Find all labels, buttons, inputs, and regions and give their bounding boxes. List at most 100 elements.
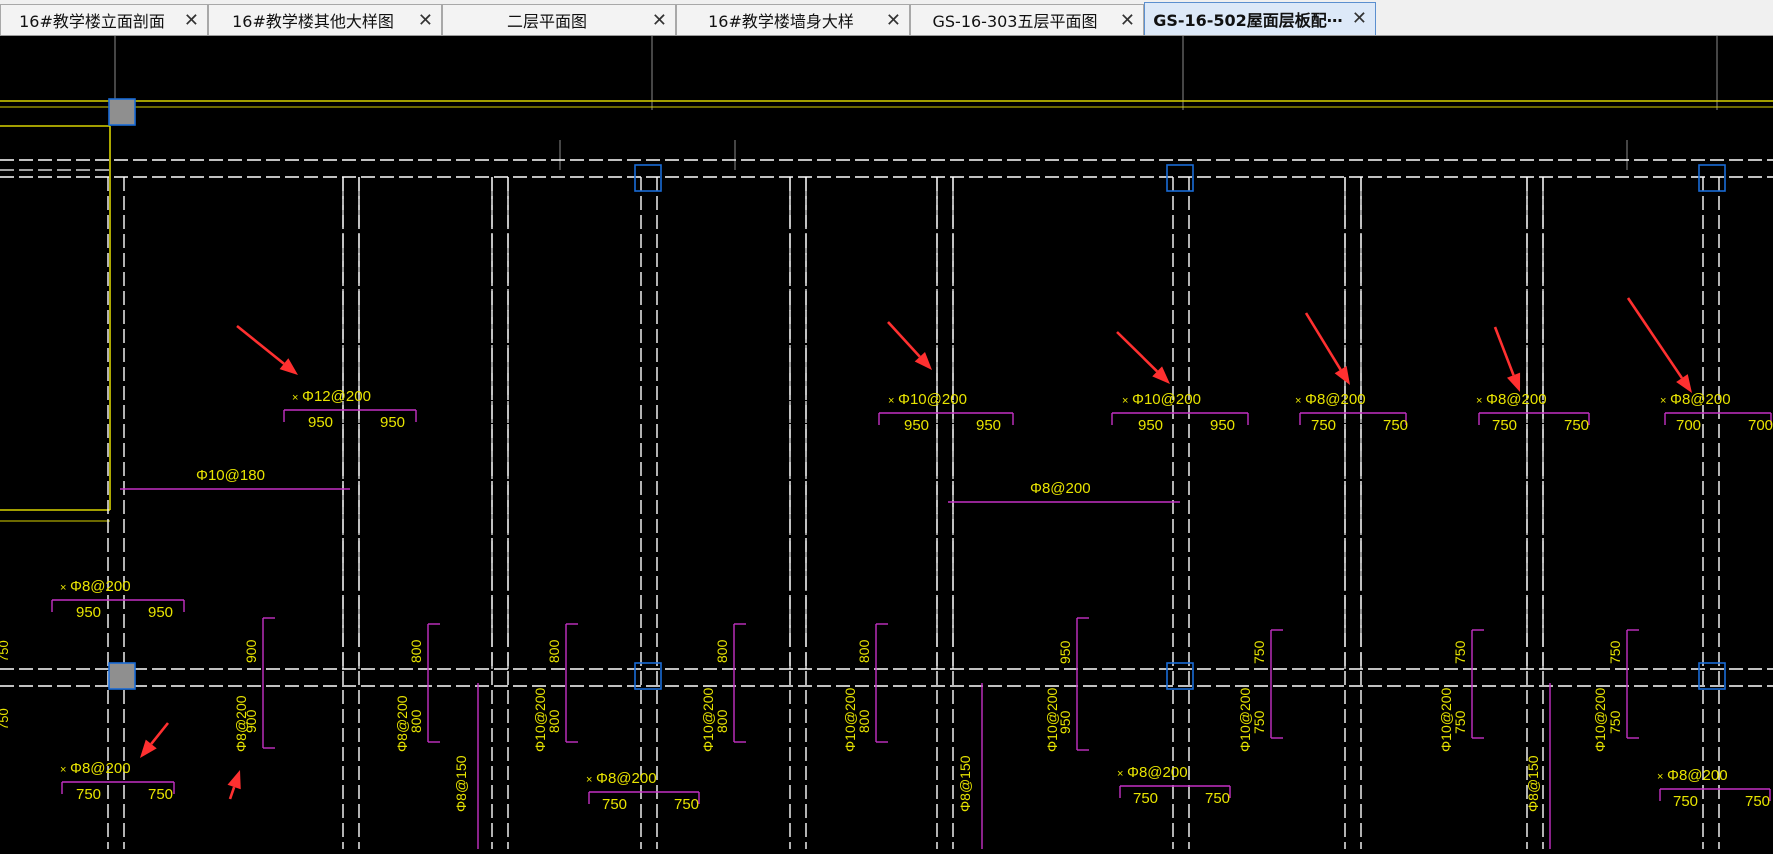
annotation-arrow xyxy=(1626,297,1684,379)
tab-label: 16#教学楼墙身大样 xyxy=(708,12,854,31)
annotation-arrow-head xyxy=(227,770,241,790)
rebar-label: Φ10@200 xyxy=(532,687,548,752)
dimension-label: 950 xyxy=(1057,640,1073,664)
column-grey xyxy=(108,662,136,690)
dimension-label: 950 xyxy=(308,414,333,431)
document-tab-bar: 16#教学楼立面剖面 ✕ 16#教学楼其他大样图 ✕ 二层平面图 ✕ 16#教学楼墙身大样 ✕… xyxy=(0,0,1773,36)
rebar-mark: × xyxy=(1657,771,1663,783)
dimension-label: 800 xyxy=(714,709,730,733)
dimension-label: 800 xyxy=(408,639,424,663)
tab-close-icon[interactable]: ✕ xyxy=(1120,9,1135,31)
rebar-label: Φ8@150 xyxy=(957,755,973,812)
dimension-label: 700 xyxy=(1676,417,1701,434)
document-tab-5[interactable]: GS-16-303五层平面图 ✕ xyxy=(910,4,1144,35)
rebar-label: Φ8@200 xyxy=(70,760,131,777)
tab-close-icon[interactable]: ✕ xyxy=(418,9,433,31)
dimension-label: 750 xyxy=(674,796,699,813)
dimension-label: 950 xyxy=(1138,417,1163,434)
dimension-label: 750 xyxy=(1452,710,1468,734)
dimension-label: 750 xyxy=(1564,417,1589,434)
rebar-label: Φ8@150 xyxy=(453,755,469,812)
rebar-label: Φ8@150 xyxy=(1525,755,1541,812)
tab-label: 16#教学楼立面剖面 xyxy=(19,12,165,31)
dimension-label: 900 xyxy=(243,639,259,663)
column-grey xyxy=(108,98,136,126)
dimension-label: 750 xyxy=(1452,640,1468,664)
document-tab-1[interactable]: 16#教学楼立面剖面 ✕ xyxy=(0,4,208,35)
annotation-arrow-head xyxy=(140,739,157,758)
rebar-mark: × xyxy=(1476,395,1482,407)
rebar-label: Φ8@200 xyxy=(1127,764,1188,781)
dimension-label: 750 xyxy=(1205,790,1230,807)
dimension-label: 750 xyxy=(1311,417,1336,434)
tab-close-icon[interactable]: ✕ xyxy=(184,9,199,31)
dimension-label: 750 xyxy=(0,640,11,662)
dimension-label: 800 xyxy=(856,639,872,663)
dimension-label: 750 xyxy=(0,708,11,730)
tab-label: GS-16-502屋面层板配⋯ xyxy=(1153,11,1343,30)
rebar-label: Φ12@200 xyxy=(302,388,371,405)
rebar-label: Φ10@200 xyxy=(1438,687,1454,752)
rebar-mark: × xyxy=(586,774,592,786)
dimension-label: 750 xyxy=(1251,640,1267,664)
dimension-label: 750 xyxy=(76,786,101,803)
document-tab-3[interactable]: 二层平面图 ✕ xyxy=(442,4,676,35)
annotation-arrow xyxy=(236,324,285,365)
dimension-label: 750 xyxy=(1383,417,1408,434)
dimension-label: 800 xyxy=(546,639,562,663)
document-tab-2[interactable]: 16#教学楼其他大样图 ✕ xyxy=(208,4,442,35)
tab-close-icon[interactable]: ✕ xyxy=(652,9,667,31)
dimension-label: 950 xyxy=(976,417,1001,434)
annotation-arrow xyxy=(150,722,170,745)
annotation-arrow xyxy=(1304,312,1342,371)
document-tab-4[interactable]: 16#教学楼墙身大样 ✕ xyxy=(676,4,910,35)
rebar-label: Φ10@200 xyxy=(1044,687,1060,752)
cad-drawing[interactable]: × Φ12@200 950 950 × Φ10@200 950 950 × Φ10@200 950 9… xyxy=(0,36,1773,849)
dimension-label: 800 xyxy=(714,639,730,663)
dimension-label: 950 xyxy=(380,414,405,431)
dimension-label: 750 xyxy=(1745,793,1770,810)
tab-label: GS-16-303五层平面图 xyxy=(932,12,1098,31)
rebar-label: Φ8@200 xyxy=(1486,391,1547,408)
rebar-label: Φ8@200 xyxy=(70,578,131,595)
annotation-arrow xyxy=(1116,331,1159,373)
rebar-label: Φ10@200 xyxy=(1132,391,1201,408)
annotation-arrow xyxy=(887,321,921,358)
rebar-label: Φ10@200 xyxy=(700,687,716,752)
rebar-mark: × xyxy=(888,395,894,407)
dimension-label: 750 xyxy=(1492,417,1517,434)
annotation-arrow-head xyxy=(1334,365,1350,385)
rebar-label: Φ10@200 xyxy=(898,391,967,408)
dimension-label: 950 xyxy=(76,604,101,621)
tab-label: 16#教学楼其他大样图 xyxy=(232,12,394,31)
annotation-arrow xyxy=(228,786,236,800)
dimension-label: 750 xyxy=(1607,640,1623,664)
dimension-label: 800 xyxy=(546,709,562,733)
rebar-label: Φ8@200 xyxy=(1030,480,1091,497)
rebar-label: Φ8@200 xyxy=(1667,767,1728,784)
dimension-label: 950 xyxy=(1210,417,1235,434)
dimension-label: 750 xyxy=(602,796,627,813)
dimension-label: 800 xyxy=(408,709,424,733)
dimension-label: 750 xyxy=(1673,793,1698,810)
rebar-mark: × xyxy=(292,392,298,404)
rebar-label: Φ10@180 xyxy=(196,467,265,484)
dimension-label: 950 xyxy=(148,604,173,621)
tab-close-icon[interactable]: ✕ xyxy=(1352,7,1367,29)
tab-label: 二层平面图 xyxy=(506,12,587,31)
dimension-label: 800 xyxy=(856,709,872,733)
rebar-label: Φ8@200 xyxy=(596,770,657,787)
rebar-mark: × xyxy=(1660,395,1666,407)
cad-drawing-canvas[interactable]: × Φ12@200 950 950 × Φ10@200 950 950 × Φ10@200 950 9… xyxy=(0,36,1773,849)
dimension-label: 750 xyxy=(1251,710,1267,734)
rebar-label: Φ8@200 xyxy=(233,695,249,752)
rebar-mark: × xyxy=(1295,395,1301,407)
rebar-mark: × xyxy=(1117,768,1123,780)
rebar-mark: × xyxy=(60,582,66,594)
document-tab-6[interactable]: GS-16-502屋面层板配⋯ ✕ xyxy=(1144,2,1376,35)
tab-close-icon[interactable]: ✕ xyxy=(886,9,901,31)
rebar-label: Φ8@200 xyxy=(394,695,410,752)
dimension-label: 700 xyxy=(1748,417,1773,434)
dimension-label: 750 xyxy=(1133,790,1158,807)
rebar-label: Φ10@200 xyxy=(842,687,858,752)
